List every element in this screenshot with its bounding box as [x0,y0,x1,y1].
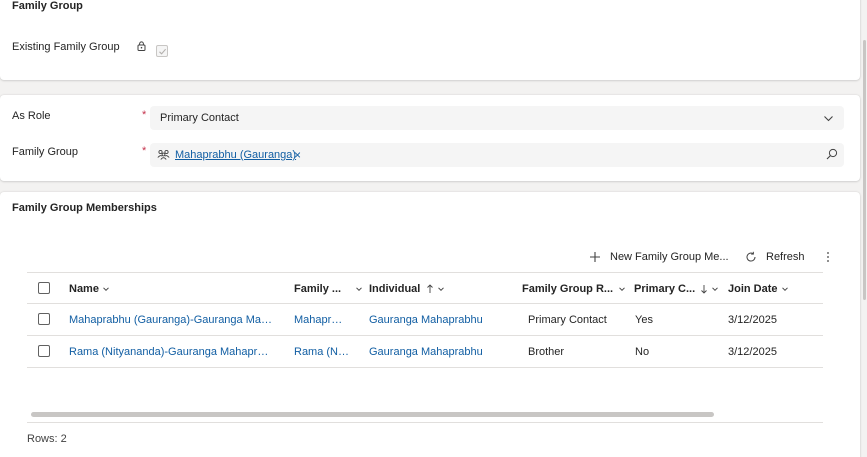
refresh-button[interactable]: Refresh [745,248,805,266]
sort-ascending-icon [427,284,434,293]
cell-primary-contact: No [635,346,650,358]
select-all-checkbox[interactable] [38,282,50,294]
cell-role: Brother [528,346,565,358]
family-group-lookup[interactable]: Mahaprabhu (Gauranga) × [150,143,844,167]
cell-family-group-link[interactable]: Rama (Nit... [294,346,351,358]
people-group-icon [157,149,170,160]
chevron-down-icon [438,287,445,292]
plus-icon [590,252,600,262]
column-header-join-date[interactable]: Join Date [728,283,789,295]
column-header-family-group-role[interactable]: Family Group R... [522,283,626,295]
chevron-down-icon [356,287,362,292]
column-header-name[interactable]: Name [69,283,110,295]
chevron-down-icon [103,287,109,292]
cell-primary-contact: Yes [635,314,653,326]
as-role-label: As Role [12,110,51,122]
cell-individual-link[interactable]: Gauranga Mahaprabhu [369,314,499,326]
section-title-family-group: Family Group [12,0,83,12]
remove-icon[interactable]: × [294,148,301,162]
existing-family-group-checkbox [156,45,168,57]
family-group-label: Family Group [12,146,79,158]
required-indicator: * [142,109,147,121]
vertical-scrollbar[interactable] [862,0,867,457]
row-checkbox[interactable] [38,345,50,357]
horizontal-scrollbar-thumb[interactable] [31,412,714,417]
column-header-individual[interactable]: Individual [369,283,445,295]
cell-join-date: 3/12/2025 [728,314,777,326]
more-options-icon[interactable] [824,251,832,263]
chevron-down-icon [824,116,833,122]
family-group-link[interactable]: Mahaprabhu (Gauranga) [175,149,296,161]
rows-count: Rows: 2 [27,433,67,445]
new-button-label: New Family Group Me... [610,251,729,263]
new-family-group-membership-button[interactable]: New Family Group Me... [589,248,729,266]
check-icon [159,48,167,55]
refresh-icon [746,251,756,262]
column-header-family-group[interactable]: Family ... [294,283,363,295]
table-row[interactable]: Rama (Nityananda)-Gauranga Mahaprabh... … [27,336,823,368]
search-icon[interactable] [826,148,838,160]
chevron-down-icon [781,287,788,292]
cell-join-date: 3/12/2025 [728,346,777,358]
family-group-section: Family Group Existing Family Group [0,0,860,80]
vertical-scrollbar-thumb[interactable] [863,40,866,300]
section-title-memberships: Family Group Memberships [12,202,157,214]
horizontal-scrollbar[interactable] [27,409,823,421]
cell-name-link[interactable]: Mahaprabhu (Gauranga)-Gauranga Maha... [69,314,274,326]
as-role-value: Primary Contact [160,112,239,124]
column-header-primary-contact[interactable]: Primary C... [634,283,719,295]
chevron-down-icon [712,287,718,292]
cell-individual-link[interactable]: Gauranga Mahaprabhu [369,346,499,358]
lock-icon [137,41,146,51]
divider [27,422,823,423]
required-indicator: * [142,145,147,157]
cell-role: Primary Contact [528,314,607,326]
refresh-button-label: Refresh [766,251,805,263]
row-checkbox[interactable] [38,313,50,325]
membership-form-section: As Role * Primary Contact Family Group *… [0,95,860,181]
sort-descending-icon [701,285,707,294]
cell-name-link[interactable]: Rama (Nityananda)-Gauranga Mahaprabh... [69,346,274,358]
family-group-memberships-section: Family Group Memberships New Family Grou… [0,192,860,457]
chevron-down-icon [619,287,625,292]
as-role-select[interactable]: Primary Contact [150,106,844,130]
grid-header: Name Family ... Individual Family Group … [27,272,823,304]
cell-family-group-link[interactable]: Mahapra... [294,314,346,326]
table-row[interactable]: Mahaprabhu (Gauranga)-Gauranga Maha... M… [27,304,823,336]
existing-family-group-label: Existing Family Group [12,41,120,53]
